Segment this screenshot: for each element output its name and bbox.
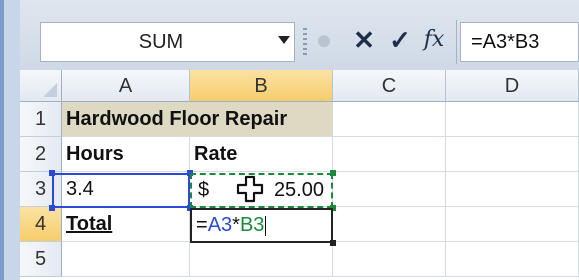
name-box[interactable]: SUM [40,22,295,62]
column-header-d[interactable]: D [446,70,579,102]
reference-handle[interactable] [49,170,55,176]
cancel-button[interactable]: ✕ [350,24,378,56]
cell-c1[interactable] [333,102,446,137]
fill-handle[interactable] [330,240,336,246]
formula-input[interactable]: =A3*B3 [460,22,579,62]
select-all-triangle-icon [43,83,57,97]
formula-ref-b3: B3 [239,214,265,236]
window-edge [0,0,20,280]
formula-operator: * [232,214,240,236]
reference-handle[interactable] [330,170,336,176]
row-header-1[interactable]: 1 [20,102,62,137]
reference-border-a3 [52,173,190,208]
cell-b5[interactable] [190,242,333,277]
chevron-down-icon[interactable] [278,36,290,44]
currency-symbol: $ [198,179,210,201]
enter-button[interactable]: ✓ [386,24,414,56]
cell-a4[interactable]: Total [62,207,190,242]
cell-d4[interactable] [446,207,579,242]
cell-d5[interactable] [446,242,579,277]
cell-b2[interactable]: Rate [190,137,333,172]
column-header-a[interactable]: A [62,70,190,102]
cell-c2[interactable] [333,137,446,172]
cell-b4-formula: =A3*B3 [196,208,267,243]
resize-grip[interactable] [303,28,307,56]
move-cursor-icon [236,175,264,203]
cell-c3[interactable] [333,172,446,207]
reference-handle[interactable] [49,205,55,211]
text-caret [265,215,267,236]
cell-d2[interactable] [446,137,579,172]
divider [456,20,457,64]
formula-equals: = [196,214,208,236]
row-header-5[interactable]: 5 [20,242,62,277]
insert-function-circle-icon: ● [315,24,333,55]
select-all-button[interactable] [20,70,62,102]
cell-c4[interactable] [333,207,446,242]
cell-d3[interactable] [446,172,579,207]
fx-icon: fx [423,27,445,52]
cell-a5[interactable] [62,242,190,277]
row-header-4[interactable]: 4 [20,207,62,242]
row-header-2[interactable]: 2 [20,137,62,172]
cell-a1[interactable]: Hardwood Floor Repair [62,102,333,137]
formula-bar: SUM ● ✕ ✓ fx =A3*B3 [20,0,579,71]
name-box-value: SUM [138,31,184,53]
cell-a2[interactable]: Hours [62,137,190,172]
column-header-c[interactable]: C [333,70,446,102]
insert-function-button[interactable]: fx [420,24,448,56]
formula-ref-a3: A3 [207,214,233,236]
cell-b3-amount: 25.00 [273,179,324,201]
formula-text: =A3*B3 [471,31,540,53]
cell-d1[interactable] [446,102,579,137]
cell-c5[interactable] [333,242,446,277]
column-header-b[interactable]: B [190,70,333,102]
